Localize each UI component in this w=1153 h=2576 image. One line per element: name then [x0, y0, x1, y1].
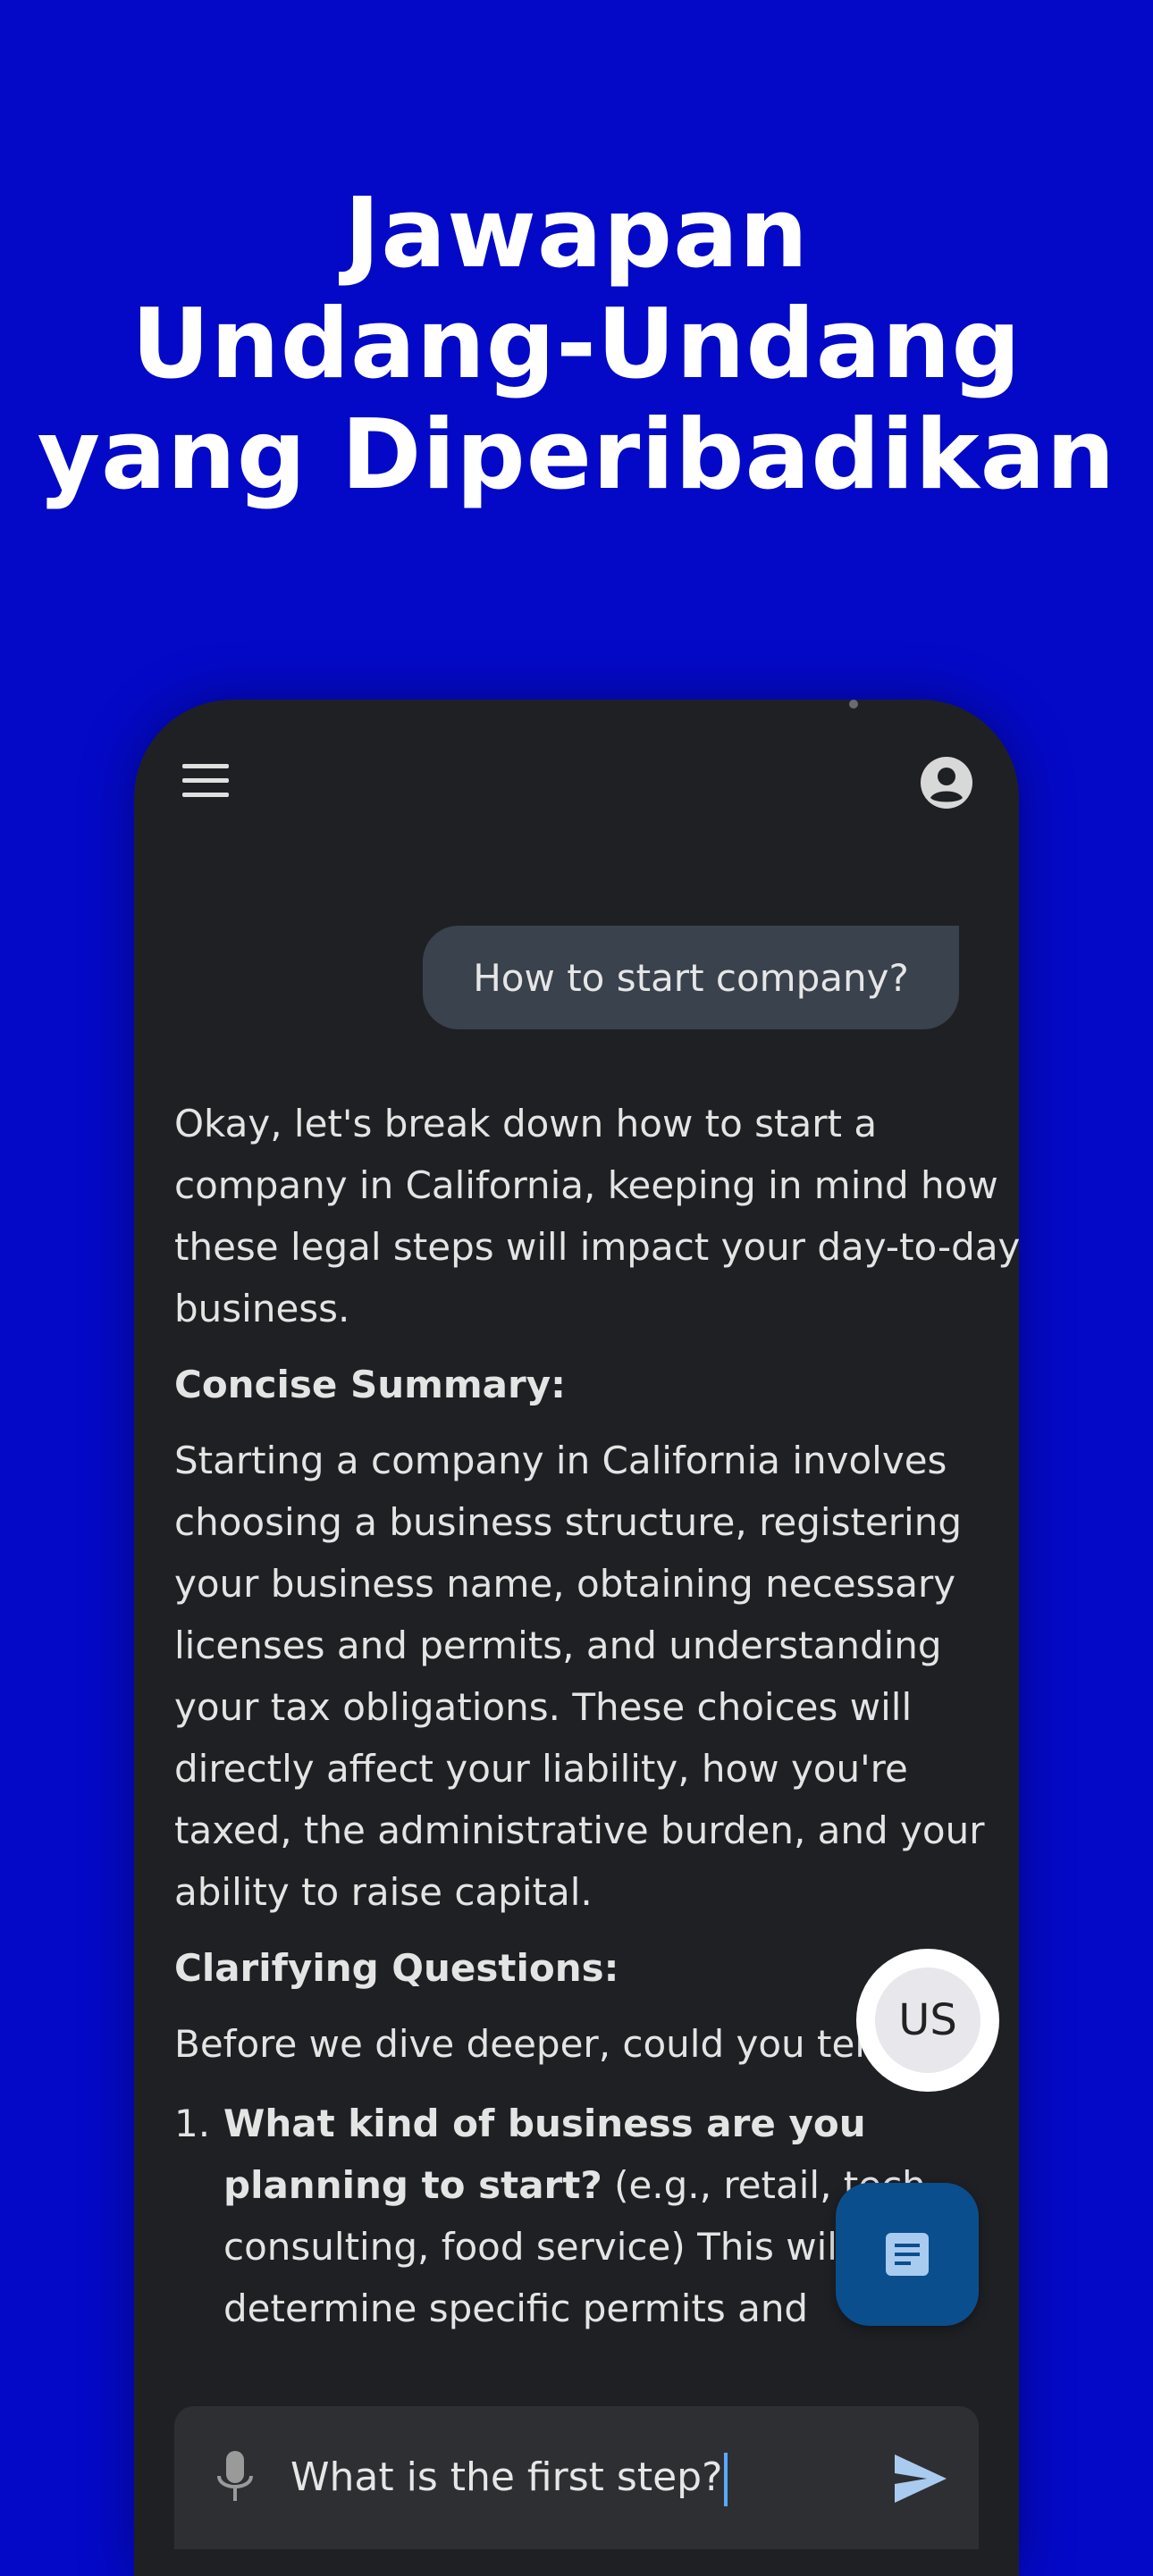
promo-title: Jawapan Undang-Undang yang Diperibadikan [0, 179, 1153, 511]
document-button[interactable] [836, 2183, 979, 2326]
hamburger-menu-icon[interactable] [181, 759, 231, 803]
summary-heading: Concise Summary: [174, 1363, 566, 1406]
message-input-value: What is the first step? [290, 2454, 723, 2500]
promo-title-line-3: yang Diperibadikan [37, 399, 1116, 511]
promo-title-line-2: Undang-Undang [131, 289, 1022, 400]
list-item-number: 1. [174, 2102, 211, 2145]
document-icon [886, 2233, 929, 2276]
message-input-bar: What is the first step? [174, 2406, 979, 2549]
promo-title-line-1: Jawapan [344, 178, 809, 289]
phone-screen: How to start company? Okay, let's break … [134, 700, 1019, 2576]
camera-dot [849, 700, 858, 709]
jurisdiction-label: US [875, 1968, 980, 2073]
text-caret [724, 2453, 728, 2506]
answer-intro: Okay, let's break down how to start a co… [174, 1102, 1019, 1330]
jurisdiction-button[interactable]: US [856, 1949, 999, 2092]
message-input[interactable]: What is the first step? [290, 2442, 728, 2513]
summary-text: Starting a company in California involve… [174, 1439, 985, 1914]
account-circle-icon[interactable] [919, 755, 974, 810]
send-icon[interactable] [889, 2447, 952, 2510]
assistant-answer: Okay, let's break down how to start a co… [174, 1093, 1019, 2339]
microphone-icon[interactable] [210, 2442, 260, 2513]
user-message-bubble: How to start company? [423, 926, 959, 1029]
